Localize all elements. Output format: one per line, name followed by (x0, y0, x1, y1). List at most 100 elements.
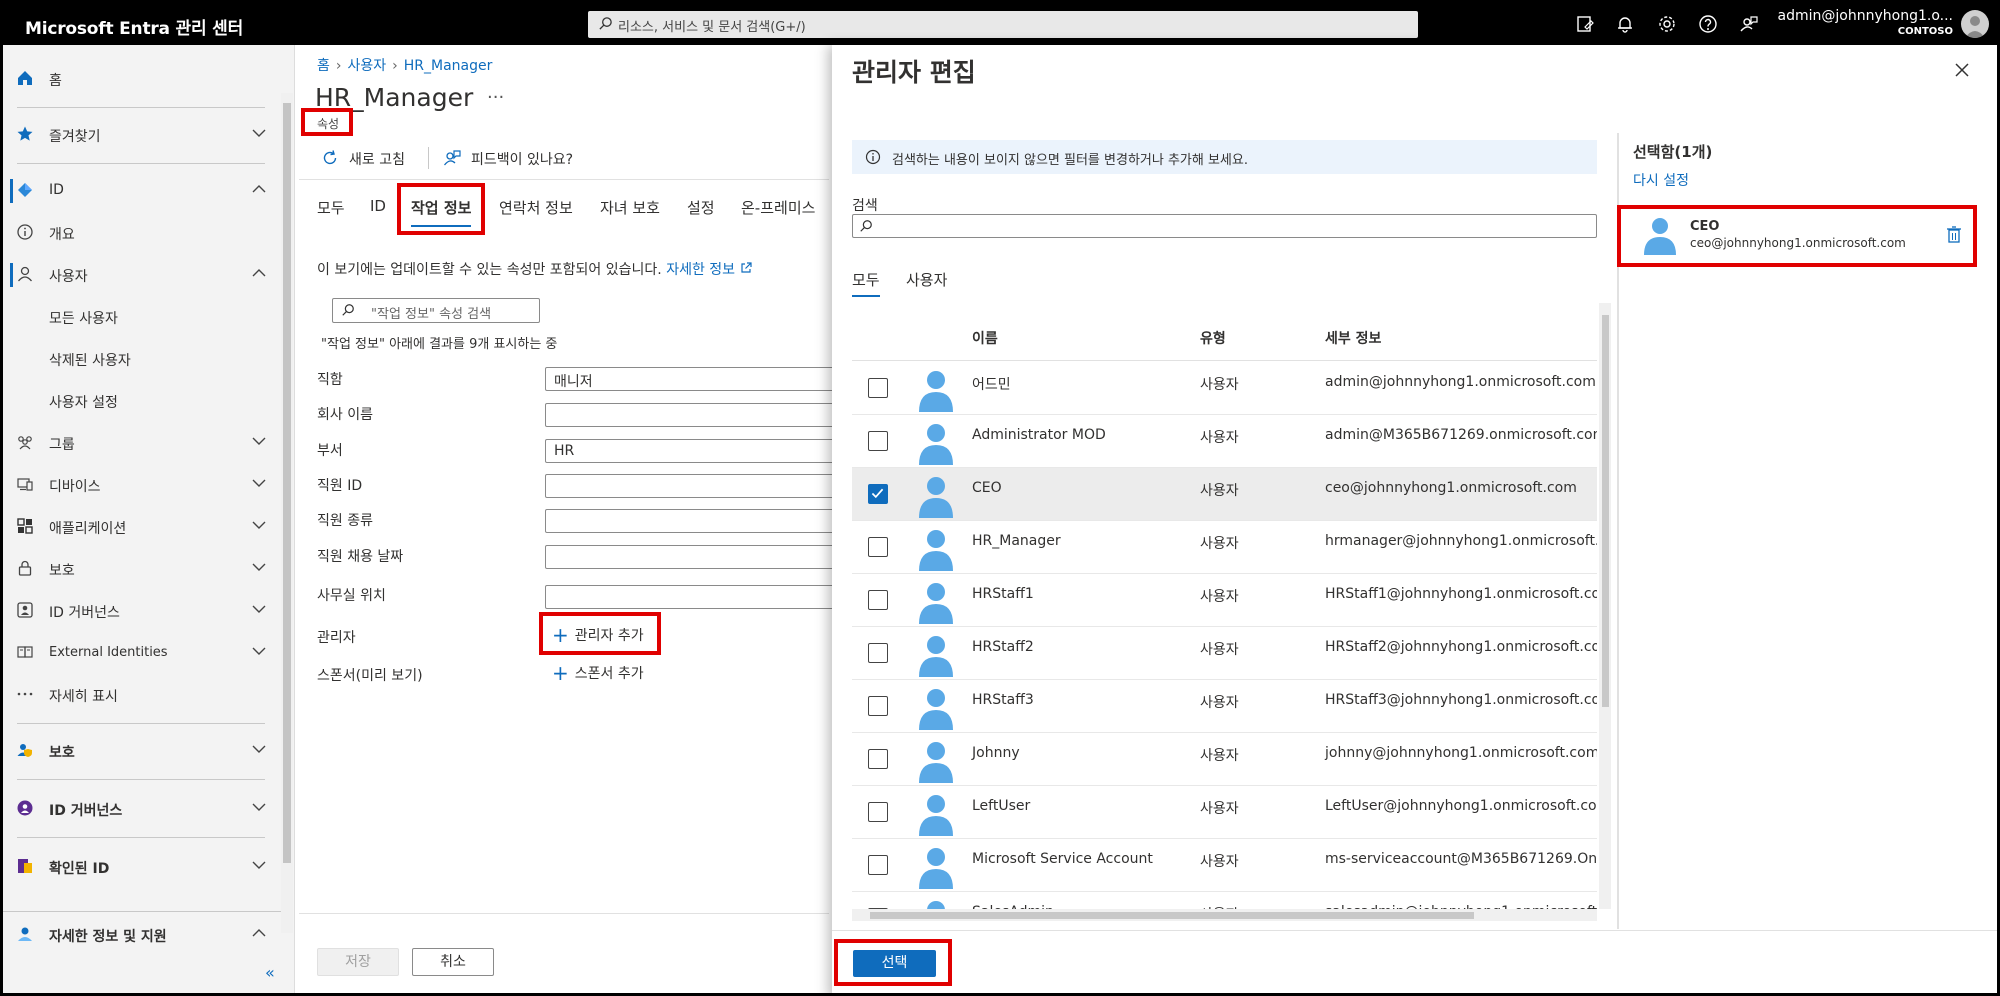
save-button[interactable]: 저장 (317, 948, 399, 976)
table-row[interactable]: LeftUser 사용자 LeftUser@johnnyhong1.onmicros… (852, 786, 1597, 839)
feedback-button[interactable]: 피드백이 있나요? (471, 149, 573, 169)
divider (299, 179, 829, 180)
user-avatar-icon (919, 477, 953, 518)
table-row[interactable]: 어드민 사용자 admin@johnnyhong1.onmicrosoft.com (852, 362, 1597, 415)
employee-type-input[interactable] (545, 509, 835, 533)
sidebar-item-external-identities[interactable]: External Identities (3, 633, 279, 673)
row-checkbox[interactable] (868, 484, 888, 504)
row-checkbox[interactable] (868, 643, 888, 663)
add-sponsor-button[interactable]: + 스폰서 추가 (552, 659, 644, 685)
table-row[interactable]: Johnny 사용자 johnny@johnnyhong1.onmicrosoft.… (852, 733, 1597, 786)
sidebar-item-user-settings[interactable]: 사용자 설정 (3, 381, 279, 421)
learn-more-link[interactable]: 자세한 정보 (666, 262, 735, 278)
row-checkbox[interactable] (868, 855, 888, 875)
scrollbar-thumb[interactable] (870, 912, 1474, 919)
sidebar-item-id-governance[interactable]: ID 거버넌스 (3, 591, 279, 631)
person-feedback-icon[interactable] (1739, 14, 1759, 34)
column-header-name[interactable]: 이름 (972, 328, 998, 348)
sidebar-item-id[interactable]: ID (3, 171, 279, 211)
tab-id[interactable]: ID (370, 197, 386, 215)
tab-parental-controls[interactable]: 자녀 보호 (600, 197, 660, 218)
scrollbar-thumb[interactable] (1602, 315, 1609, 707)
refresh-button[interactable]: 새로 고침 (349, 149, 405, 169)
gear-icon[interactable] (1657, 14, 1677, 34)
row-name: HR_Manager (972, 533, 1061, 549)
sidebar-scrollbar[interactable] (281, 93, 293, 933)
global-search[interactable]: 리소스, 서비스 및 문서 검색(G+/) (588, 11, 1418, 38)
sidebar-item-support[interactable]: 자세한 정보 및 지원 (3, 915, 279, 955)
close-icon[interactable] (1953, 61, 1971, 79)
table-row[interactable]: HRStaff2 사용자 HRStaff2@johnnyhong1.onmicros… (852, 627, 1597, 680)
feedback-icon (443, 150, 461, 166)
table-row[interactable]: CEO 사용자 ceo@johnnyhong1.onmicrosoft.com (852, 468, 1597, 521)
user-search-input[interactable] (852, 214, 1597, 238)
add-sponsor-label: 스폰서 추가 (574, 666, 644, 682)
tab-contact-info[interactable]: 연락처 정보 (499, 197, 573, 218)
sidebar-item-favorites[interactable]: 즐겨찾기 (3, 115, 279, 155)
sidebar-item-all-users[interactable]: 모든 사용자 (3, 297, 279, 337)
list-vertical-scrollbar[interactable] (1599, 303, 1611, 909)
department-input[interactable]: HR (545, 439, 835, 463)
row-checkbox[interactable] (868, 431, 888, 451)
sidebar-item-groups[interactable]: 그룹 (3, 423, 279, 463)
account-info[interactable]: admin@johnnyhong1.o... CONTOSO (1778, 8, 1953, 37)
divider (299, 913, 829, 914)
list-horizontal-scrollbar[interactable] (852, 909, 1597, 921)
employee-hire-date-input[interactable] (545, 545, 835, 569)
tab-users[interactable]: 사용자 (906, 269, 947, 290)
top-bar: Microsoft Entra 관리 센터 리소스, 서비스 및 문서 검색(G… (3, 3, 1997, 45)
row-checkbox[interactable] (868, 590, 888, 610)
row-checkbox[interactable] (868, 749, 888, 769)
row-checkbox[interactable] (868, 378, 888, 398)
property-search-input[interactable]: "작업 정보" 속성 검색 (332, 298, 540, 323)
tab-settings[interactable]: 설정 (687, 197, 715, 218)
tab-all[interactable]: 모두 (317, 197, 345, 218)
row-checkbox[interactable] (868, 802, 888, 822)
sidebar-item-devices[interactable]: 디바이스 (3, 465, 279, 505)
feedback-board-icon[interactable] (1575, 14, 1595, 34)
employee-id-input[interactable] (545, 474, 835, 498)
manager-label: 관리자 (317, 630, 356, 646)
sidebar-item-deleted-users[interactable]: 삭제된 사용자 (3, 339, 279, 379)
more-options-button[interactable]: ··· (487, 87, 504, 108)
sidebar-item-show-more[interactable]: 자세히 표시 (3, 675, 279, 715)
table-row[interactable]: HRStaff3 사용자 HRStaff3@johnnyhong1.onmicros… (852, 680, 1597, 733)
table-row[interactable]: HRStaff1 사용자 HRStaff1@johnnyhong1.onmicros… (852, 574, 1597, 627)
table-row[interactable]: Microsoft Service Account 사용자 ms-serviceac… (852, 839, 1597, 892)
help-icon[interactable] (1698, 14, 1718, 34)
row-checkbox[interactable] (868, 537, 888, 557)
sidebar-item-label: 홈 (49, 73, 62, 89)
info-text: 이 보기에는 업데이트할 수 있는 속성만 포함되어 있습니다. 자세한 정보 (317, 259, 752, 279)
collapse-sidebar-button[interactable]: « (265, 963, 275, 982)
tab-on-premises[interactable]: 온-프레미스 (741, 197, 815, 218)
column-header-type[interactable]: 유형 (1200, 328, 1226, 348)
job-title-input[interactable]: 매니저 (545, 367, 835, 391)
cancel-button[interactable]: 취소 (412, 948, 494, 976)
office-location-input[interactable] (545, 585, 835, 609)
table-row[interactable]: HR_Manager 사용자 hrmanager@johnnyhong1.onmic… (852, 521, 1597, 574)
avatar[interactable] (1961, 10, 1989, 38)
sidebar-item-protection-section[interactable]: 보호 (3, 731, 279, 771)
breadcrumb-user[interactable]: HR_Manager (404, 58, 493, 74)
tab-all[interactable]: 모두 (852, 269, 880, 290)
table-row[interactable]: Administrator MOD 사용자 admin@M365B671269.on… (852, 415, 1597, 468)
company-name-input[interactable] (545, 403, 835, 427)
bell-icon[interactable] (1615, 14, 1635, 34)
reset-link[interactable]: 다시 설정 (1633, 170, 1689, 190)
sidebar-item-overview[interactable]: 개요 (3, 213, 279, 253)
breadcrumb-users[interactable]: 사용자 (348, 58, 387, 74)
sidebar-item-verified-id[interactable]: 확인된 ID (3, 847, 279, 887)
app-title[interactable]: Microsoft Entra 관리 센터 (25, 14, 243, 39)
sidebar-item-id-governance-section[interactable]: ID 거버넌스 (3, 789, 279, 829)
search-icon (860, 220, 872, 232)
sidebar-item-applications[interactable]: 애플리케이션 (3, 507, 279, 547)
column-header-details[interactable]: 세부 정보 (1325, 328, 1381, 348)
scrollbar-thumb[interactable] (283, 103, 291, 863)
sidebar-item-users[interactable]: 사용자 (3, 255, 279, 295)
breadcrumb-home[interactable]: 홈 (317, 58, 330, 74)
row-checkbox[interactable] (868, 696, 888, 716)
row-name: Administrator MOD (972, 427, 1106, 443)
row-name: CEO (972, 480, 1002, 496)
sidebar-item-home[interactable]: 홈 (3, 59, 279, 99)
sidebar-item-protection[interactable]: 보호 (3, 549, 279, 589)
